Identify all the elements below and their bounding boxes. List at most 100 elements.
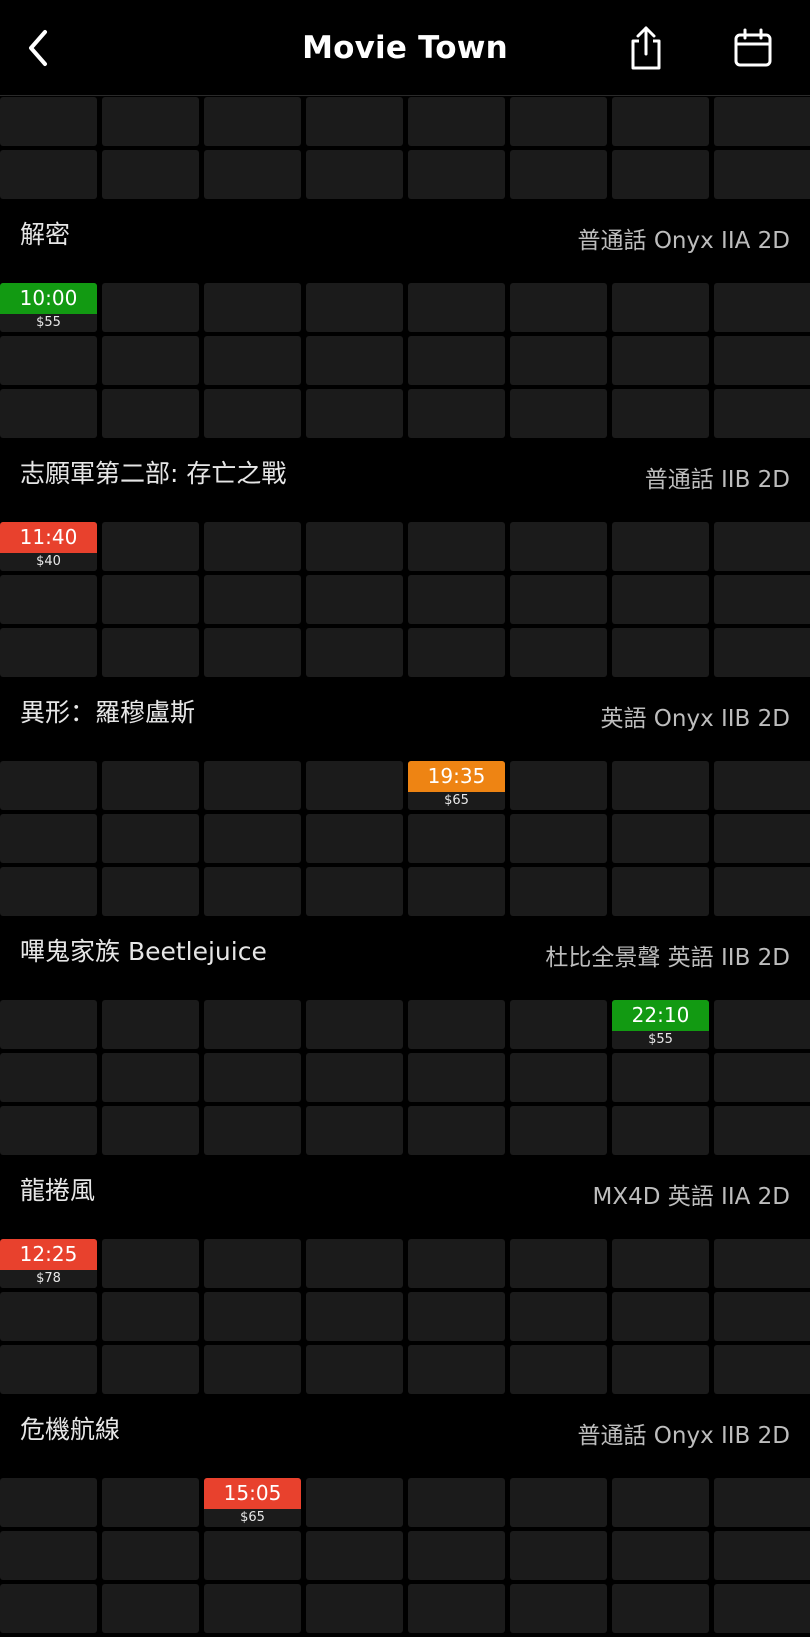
empty-slot xyxy=(408,1053,505,1102)
empty-slot xyxy=(612,1584,709,1633)
empty-slot xyxy=(612,867,709,916)
empty-slot xyxy=(714,575,810,624)
movie-format-meta: 杜比全景聲 英語 IIB 2D xyxy=(545,945,790,971)
empty-slot xyxy=(408,389,505,438)
movie-title: 異形：羅穆盧斯 xyxy=(20,698,196,727)
showtime-slot[interactable]: 11:40 $40 xyxy=(0,522,97,571)
back-button[interactable] xyxy=(12,22,64,74)
empty-slot xyxy=(306,761,403,810)
empty-slot xyxy=(306,1053,403,1102)
empty-slot xyxy=(714,1106,810,1155)
empty-slot xyxy=(510,867,607,916)
showtime-price: $55 xyxy=(0,314,97,332)
empty-slot xyxy=(510,1345,607,1394)
empty-slot xyxy=(408,1292,505,1341)
empty-slot xyxy=(0,1292,97,1341)
calendar-button[interactable] xyxy=(727,22,779,74)
grid-row xyxy=(0,628,810,677)
empty-slot xyxy=(612,814,709,863)
empty-slot xyxy=(612,761,709,810)
empty-slot xyxy=(0,336,97,385)
empty-slot xyxy=(306,1584,403,1633)
empty-slot xyxy=(714,761,810,810)
calendar-icon xyxy=(734,28,772,67)
empty-slot xyxy=(714,1053,810,1102)
empty-slot xyxy=(306,97,403,146)
movie-header[interactable]: 危機航線 普通話 Onyx IIB 2D xyxy=(0,1398,810,1478)
empty-slot xyxy=(510,1106,607,1155)
empty-slot xyxy=(408,283,505,332)
showtime-time: 19:35 xyxy=(408,761,505,792)
empty-slot xyxy=(408,1531,505,1580)
movie-format-meta: MX4D 英語 IIA 2D xyxy=(592,1184,790,1210)
empty-slot xyxy=(102,1531,199,1580)
empty-slot xyxy=(102,150,199,199)
showtime-slot[interactable]: 15:05 $65 xyxy=(204,1478,301,1527)
empty-slot xyxy=(408,1106,505,1155)
share-icon xyxy=(631,26,661,70)
empty-slot xyxy=(612,628,709,677)
movie-header[interactable]: 解密 普通話 Onyx IIA 2D xyxy=(0,203,810,283)
empty-slot xyxy=(204,1053,301,1102)
showtime-slot[interactable]: 10:00 $55 xyxy=(0,283,97,332)
empty-slot xyxy=(204,867,301,916)
showtime-price: $65 xyxy=(204,1509,301,1527)
grid-row: 10:00 $55 xyxy=(0,283,810,332)
empty-slot xyxy=(510,1478,607,1527)
movie-header[interactable]: 龍捲風 MX4D 英語 IIA 2D xyxy=(0,1159,810,1239)
movie-header[interactable]: 異形：羅穆盧斯 英語 Onyx IIB 2D xyxy=(0,681,810,761)
empty-slot xyxy=(306,1239,403,1288)
empty-slot xyxy=(510,336,607,385)
empty-slot xyxy=(102,1478,199,1527)
empty-slot xyxy=(612,97,709,146)
empty-slot xyxy=(102,1000,199,1049)
empty-slot xyxy=(306,1106,403,1155)
empty-slot xyxy=(408,336,505,385)
showtime-time: 15:05 xyxy=(204,1478,301,1509)
showtime-price: $78 xyxy=(0,1270,97,1288)
empty-slot xyxy=(204,336,301,385)
showtime-grid: 22:10 $55 xyxy=(0,1000,810,1155)
empty-slot xyxy=(612,336,709,385)
movie-header[interactable]: 志願軍第二部: 存亡之戰 普通話 IIB 2D xyxy=(0,442,810,522)
empty-slot xyxy=(102,336,199,385)
empty-slot xyxy=(714,867,810,916)
grid-row xyxy=(0,336,810,385)
showtime-slot[interactable]: 12:25 $78 xyxy=(0,1239,97,1288)
empty-slot xyxy=(102,814,199,863)
showtime-slot[interactable]: 22:10 $55 xyxy=(612,1000,709,1049)
empty-slot xyxy=(204,150,301,199)
empty-slot xyxy=(0,1106,97,1155)
empty-slot xyxy=(204,1106,301,1155)
showtime-slot[interactable]: 19:35 $65 xyxy=(408,761,505,810)
empty-slot xyxy=(204,389,301,438)
movie-format-meta: 普通話 Onyx IIA 2D xyxy=(577,228,790,254)
empty-slot xyxy=(510,761,607,810)
empty-slot xyxy=(0,150,97,199)
grid-row xyxy=(0,575,810,624)
showtime-time: 22:10 xyxy=(612,1000,709,1031)
movie-header[interactable]: 嗶鬼家族 Beetlejuice 杜比全景聲 英語 IIB 2D xyxy=(0,920,810,1000)
empty-slot xyxy=(306,1000,403,1049)
empty-slot xyxy=(0,1478,97,1527)
empty-slot xyxy=(714,1478,810,1527)
empty-slot xyxy=(510,283,607,332)
empty-slot xyxy=(306,389,403,438)
empty-slot xyxy=(204,628,301,677)
empty-slot xyxy=(714,1000,810,1049)
empty-slot xyxy=(0,867,97,916)
empty-slot xyxy=(714,1345,810,1394)
share-button[interactable] xyxy=(620,22,672,74)
empty-slot xyxy=(408,97,505,146)
showtime-price: $55 xyxy=(612,1031,709,1049)
showtime-time: 10:00 xyxy=(0,283,97,314)
empty-slot xyxy=(408,1239,505,1288)
empty-slot xyxy=(510,1239,607,1288)
empty-slot xyxy=(306,575,403,624)
empty-slot xyxy=(612,1106,709,1155)
empty-slot xyxy=(510,814,607,863)
empty-slot xyxy=(0,1531,97,1580)
empty-slot xyxy=(204,761,301,810)
grid-row xyxy=(0,389,810,438)
empty-slot xyxy=(510,1584,607,1633)
